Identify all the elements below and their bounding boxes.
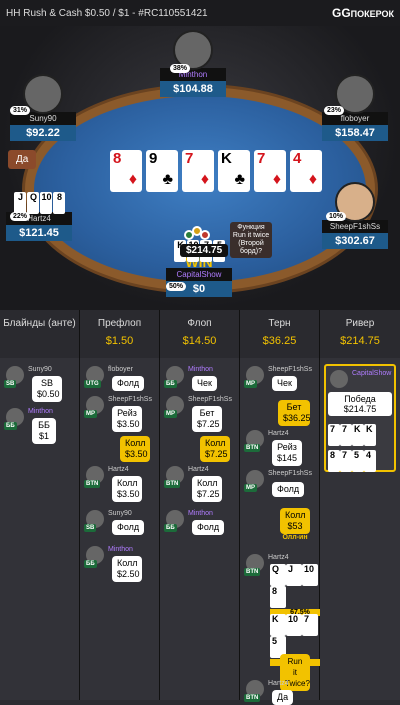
- all-in-label: Олл-ин: [282, 534, 308, 541]
- board-card-4: 7 ♦: [254, 150, 286, 192]
- action-bubble: Фолд: [272, 482, 305, 497]
- seat-right-bottom: SheepF1shSs $302.67 10%: [322, 182, 388, 249]
- col-blinds: SB Suny90 SB $0.50 ББ Minthon ББ $1: [0, 358, 80, 700]
- action-bubble: Колл $2.50: [112, 556, 142, 582]
- action-bubble: Фолд: [192, 520, 225, 535]
- avatar: SB: [4, 366, 24, 388]
- action-bubble: Рейз $3.50: [112, 406, 142, 432]
- action-bubble: Колл $53: [280, 508, 310, 534]
- player-stack: $158.47: [322, 125, 388, 141]
- col-header-turn: Терн $36.25: [240, 310, 320, 358]
- hand-title: HH Rush & Cash $0.50 / $1 - #RC110551421: [6, 7, 208, 19]
- action-bubble: Фолд: [112, 376, 145, 391]
- board-card-3: K ♣: [218, 150, 250, 192]
- action-bubble: ББ $1: [32, 418, 56, 444]
- player-hand: K1075 32.5%: [270, 614, 330, 666]
- win-info: Победа $214.75: [328, 392, 392, 416]
- seat-left-bottom: J Q 10 8 Hartz4 $121.45 22%: [6, 192, 72, 241]
- action-bubble: Колл $3.50: [120, 436, 150, 462]
- player-hand: Q J 108 67.5%: [270, 564, 330, 616]
- action-bubble: Колл $7.25: [200, 436, 230, 462]
- player-stack: $92.22: [10, 125, 76, 141]
- equity-badge: 31%: [10, 106, 31, 115]
- seat-left: Suny90 $92.22 31%: [10, 74, 76, 141]
- header-bar: HH Rush & Cash $0.50 / $1 - #RC110551421…: [0, 0, 400, 26]
- pot-chips-icon: [184, 226, 214, 244]
- equity-badge: 50%: [166, 282, 187, 291]
- equity-badge: 23%: [324, 106, 345, 115]
- hand-history-table: Блайнды (анте) Префлоп $1.50 Флоп $14.50 Т…: [0, 310, 400, 705]
- col-preflop: UTG floboyer Фолд MP SheepF1shSs Рейз $3.5…: [80, 358, 160, 700]
- action-bubble: Чек: [192, 376, 217, 391]
- avatar: ББ: [4, 408, 24, 430]
- col-header-blinds: Блайнды (анте): [0, 310, 80, 358]
- action-bubble: Бет $7.25: [192, 406, 222, 432]
- player-name: CapitalShow: [166, 268, 232, 281]
- board-card-5: 4 ♦: [290, 150, 322, 192]
- equity-badge: 38%: [170, 64, 191, 73]
- avatar: [330, 370, 348, 388]
- gg-logo: GGПОКЕРОК: [331, 6, 394, 20]
- equity-badge: 10%: [326, 212, 347, 221]
- seat-right: floboyer $158.47 23%: [322, 74, 388, 141]
- player-stack: $121.45: [6, 225, 72, 241]
- yes-button[interactable]: Да: [8, 150, 37, 169]
- player-stack: $302.67: [322, 233, 388, 249]
- col-header-preflop: Префлоп $1.50: [80, 310, 160, 358]
- col-flop: ББ Minthon Чек MP SheepF1shSs Бет $7.25 Ко…: [160, 358, 240, 700]
- action-bubble: Колл $7.25: [192, 476, 222, 502]
- col-header-river: Ривер $214.75: [320, 310, 400, 358]
- poker-table-view: Minthon $104.88 38% Suny90 $92.22 31% fl…: [0, 26, 400, 310]
- action-bubble: Фолд: [112, 520, 145, 535]
- pot-amount: $214.75: [180, 244, 229, 257]
- board-card-0: 8 ♦: [110, 150, 142, 192]
- seat-top: Minthon $104.88 38%: [160, 30, 226, 97]
- col-header-flop: Флоп $14.50: [160, 310, 240, 358]
- col-turn: MP SheepF1shSs Чек Бет $36.25 BTN Hartz4 Р…: [240, 358, 330, 705]
- action-bubble: Колл $3.50: [112, 476, 142, 502]
- run-it-twice-tooltip: Функция Run it twice (Второй борд)?: [230, 222, 272, 258]
- action-bubble: SB $0.50: [32, 376, 62, 402]
- action-bubble: Бет $36.25: [278, 400, 311, 426]
- winner-card: CapitalShow Победа $214.75 77KK 8754: [324, 364, 396, 472]
- action-bubble: Чек: [272, 376, 297, 391]
- board-cards: 8 ♦ 9 ♣ 7 ♦ K ♣ 7 ♦ 4 ♦: [110, 150, 322, 192]
- winning-hand-2: 8754: [328, 450, 376, 472]
- player-stack: $104.88: [160, 81, 226, 97]
- equity-badge: 22%: [10, 212, 31, 221]
- board-card-1: 9 ♣: [146, 150, 178, 192]
- board-card-2: 7 ♦: [182, 150, 214, 192]
- winning-hand: 77KK: [328, 424, 376, 446]
- action-bubble: Да: [272, 690, 294, 705]
- action-bubble: Рейз $145: [272, 440, 302, 466]
- col-river: CapitalShow Победа $214.75 77KK 8754: [320, 358, 400, 700]
- hole-cards: J Q 10 8: [6, 192, 72, 214]
